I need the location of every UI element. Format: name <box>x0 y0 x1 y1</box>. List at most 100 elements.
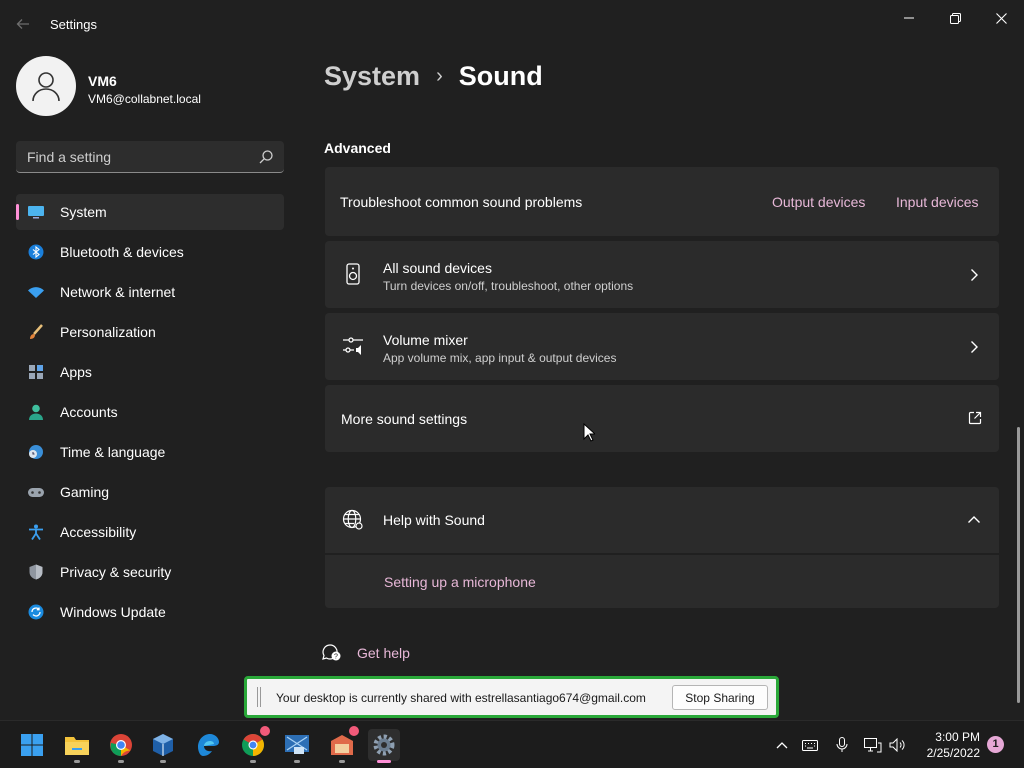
person-icon <box>29 404 43 420</box>
keyboard-icon <box>802 739 818 751</box>
sidebar-item-personalization[interactable]: Personalization <box>16 314 284 350</box>
sidebar-item-label: Accessibility <box>60 524 137 540</box>
tray-overflow[interactable] <box>772 735 792 755</box>
gamepad-icon <box>28 488 44 497</box>
content-scrollbar[interactable] <box>1017 427 1020 703</box>
volume-mixer-subtitle: App volume mix, app input & output devic… <box>383 351 617 365</box>
taskbar-chrome-profile[interactable] <box>237 725 271 763</box>
taskbar: 3:00 PM 2/25/2022 1 <box>0 720 1024 768</box>
title-bar: Settings <box>0 0 1024 48</box>
user-name: VM6 <box>88 73 117 89</box>
person-avatar-icon <box>32 72 60 102</box>
clock-time: 3:00 PM <box>935 730 980 744</box>
sidebar-item-network[interactable]: Network & internet <box>16 274 284 310</box>
section-title: Advanced <box>324 140 391 156</box>
settings-icon <box>373 734 395 756</box>
back-button[interactable] <box>10 12 36 36</box>
sidebar-nav: System Bluetooth & devices Network & int… <box>16 194 284 634</box>
sidebar-item-label: Apps <box>60 364 92 380</box>
brush-icon <box>30 324 43 339</box>
sidebar-item-label: Gaming <box>60 484 110 500</box>
active-indicator <box>377 760 391 763</box>
notification-badge[interactable]: 1 <box>987 736 1004 753</box>
more-sound-settings-title: More sound settings <box>341 411 468 427</box>
sidebar-item-label: Personalization <box>60 324 156 340</box>
close-icon <box>995 12 1007 24</box>
chrome-icon <box>110 734 132 756</box>
sidebar-item-time-language[interactable]: Time & language <box>16 434 284 470</box>
all-sound-devices-card[interactable]: All sound devices Turn devices on/off, t… <box>325 241 999 308</box>
all-sound-devices-subtitle: Turn devices on/off, troubleshoot, other… <box>383 279 634 293</box>
taskbar-remote-desktop[interactable] <box>326 725 360 763</box>
clock-globe-icon <box>29 445 43 459</box>
taskbar-settings[interactable] <box>368 729 400 763</box>
screen-share-bar: Your desktop is currently shared with es… <box>244 676 779 718</box>
tray-microphone[interactable] <box>832 735 852 755</box>
sidebar-item-accounts[interactable]: Accounts <box>16 394 284 430</box>
restore-button[interactable] <box>932 4 978 32</box>
output-devices-link[interactable]: Output devices <box>772 194 865 210</box>
breadcrumb-separator: › <box>436 64 443 87</box>
search-box[interactable] <box>16 141 284 173</box>
settings-window: Settings VM6 VM6@collabnet.local System … <box>0 0 1024 768</box>
help-with-sound-title: Help with Sound <box>383 512 485 528</box>
sidebar-item-windows-update[interactable]: Windows Update <box>16 594 284 630</box>
help-with-sound-body: Setting up a microphone <box>325 555 999 608</box>
search-icon[interactable] <box>258 149 274 165</box>
sidebar-item-bluetooth[interactable]: Bluetooth & devices <box>16 234 284 270</box>
help-with-sound-header[interactable]: Help with Sound <box>325 487 999 553</box>
page-title: Sound <box>458 60 543 91</box>
stop-sharing-button[interactable]: Stop Sharing <box>672 685 768 710</box>
input-devices-link[interactable]: Input devices <box>896 194 979 210</box>
sidebar-item-label: System <box>60 204 107 220</box>
minimize-button[interactable] <box>886 4 932 32</box>
tray-keyboard[interactable] <box>800 735 820 755</box>
taskbar-network-app[interactable] <box>281 729 313 763</box>
network-icon <box>864 737 882 752</box>
tray-network[interactable] <box>863 735 883 755</box>
running-indicator <box>160 760 166 763</box>
close-button[interactable] <box>978 4 1024 32</box>
start-icon <box>21 734 43 756</box>
virtualbox-icon <box>153 734 173 756</box>
taskbar-edge[interactable] <box>192 729 224 761</box>
sidebar-item-system[interactable]: System <box>16 194 284 230</box>
sidebar-item-gaming[interactable]: Gaming <box>16 474 284 510</box>
setting-up-microphone-link[interactable]: Setting up a microphone <box>384 574 536 590</box>
sidebar-item-apps[interactable]: Apps <box>16 354 284 390</box>
tray-volume[interactable] <box>887 735 907 755</box>
start-button[interactable] <box>16 729 48 761</box>
running-indicator <box>294 760 300 763</box>
breadcrumb-parent[interactable]: System <box>324 61 420 92</box>
microphone-icon <box>836 737 848 752</box>
help-chat-icon: ? <box>322 644 341 661</box>
volume-mixer-card[interactable]: Volume mixer App volume mix, app input &… <box>325 313 999 380</box>
shield-icon <box>29 564 43 580</box>
sidebar-item-label: Network & internet <box>60 284 176 300</box>
search-input[interactable] <box>16 141 252 172</box>
app-badge <box>348 725 360 737</box>
running-indicator <box>250 760 256 763</box>
share-message: Your desktop is currently shared with es… <box>276 691 646 705</box>
chevron-right-icon <box>971 269 978 281</box>
globe-icon <box>342 509 363 530</box>
svg-text:?: ? <box>334 654 338 661</box>
volume-mixer-icon <box>343 337 363 355</box>
chevron-up-icon <box>776 742 788 749</box>
taskbar-clock[interactable]: 3:00 PM 2/25/2022 <box>912 729 980 761</box>
app-title: Settings <box>50 17 97 32</box>
breadcrumb: System › Sound <box>324 58 543 94</box>
restore-icon <box>949 12 961 24</box>
sidebar-item-accessibility[interactable]: Accessibility <box>16 514 284 550</box>
apps-icon <box>29 365 43 379</box>
more-sound-settings-card[interactable]: More sound settings <box>325 385 999 452</box>
sidebar-item-label: Time & language <box>60 444 166 460</box>
app-badge <box>259 725 271 737</box>
sidebar-item-privacy[interactable]: Privacy & security <box>16 554 284 590</box>
running-indicator <box>339 760 345 763</box>
user-email: VM6@collabnet.local <box>88 92 201 106</box>
taskbar-file-explorer[interactable] <box>61 729 93 763</box>
taskbar-chrome[interactable] <box>105 729 137 763</box>
taskbar-virtualbox[interactable] <box>147 729 179 763</box>
drag-handle[interactable] <box>257 687 261 707</box>
